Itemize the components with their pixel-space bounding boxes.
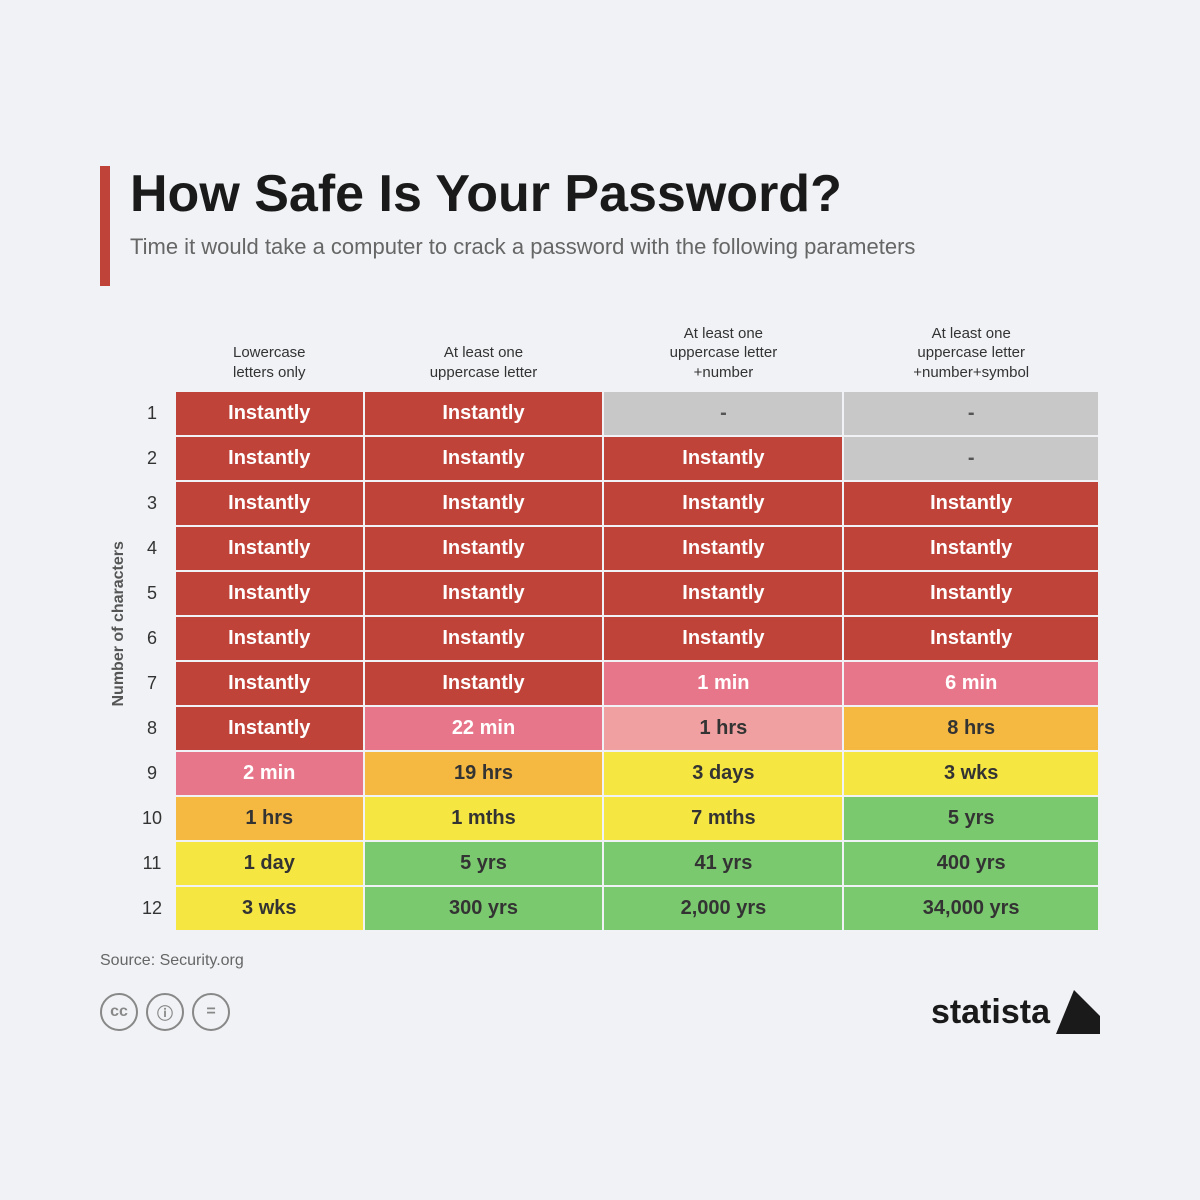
password-table: Lowercaseletters only At least oneupperc… xyxy=(130,316,1100,933)
cell-upper_num_sym: - xyxy=(843,391,1099,436)
table-row: 3InstantlyInstantlyInstantlyInstantly xyxy=(130,481,1099,526)
row-number: 9 xyxy=(130,751,175,796)
infographic-card: How Safe Is Your Password? Time it would… xyxy=(50,126,1150,1075)
cell-one_upper: Instantly xyxy=(364,616,604,661)
red-accent-bar xyxy=(100,166,110,286)
by-icon: ⓘ xyxy=(146,993,184,1031)
subtitle: Time it would take a computer to crack a… xyxy=(130,233,915,262)
cell-lowercase: Instantly xyxy=(175,571,364,616)
cell-one_upper: 1 mths xyxy=(364,796,604,841)
statista-icon xyxy=(1056,990,1100,1034)
cell-lowercase: Instantly xyxy=(175,481,364,526)
y-axis-label: Number of characters xyxy=(100,316,130,933)
cell-one_upper: 22 min xyxy=(364,706,604,751)
cell-upper_num_sym: 8 hrs xyxy=(843,706,1099,751)
cell-one_upper: Instantly xyxy=(364,526,604,571)
header: How Safe Is Your Password? Time it would… xyxy=(100,166,1100,286)
row-number: 6 xyxy=(130,616,175,661)
statista-logo: statista xyxy=(931,990,1100,1034)
table-row: 111 day5 yrs41 yrs400 yrs xyxy=(130,841,1099,886)
cell-upper_num_sym: Instantly xyxy=(843,526,1099,571)
table-container: Lowercaseletters only At least oneupperc… xyxy=(130,316,1100,933)
col-header-lowercase: Lowercaseletters only xyxy=(175,316,364,392)
source-text: Source: Security.org xyxy=(100,952,1100,970)
row-number: 4 xyxy=(130,526,175,571)
table-row: 123 wks300 yrs2,000 yrs34,000 yrs xyxy=(130,886,1099,931)
cell-upper_num_sym: 34,000 yrs xyxy=(843,886,1099,931)
col-header-upper-num-sym: At least oneuppercase letter+number+symb… xyxy=(843,316,1099,392)
row-number: 10 xyxy=(130,796,175,841)
table-row: 7InstantlyInstantly1 min6 min xyxy=(130,661,1099,706)
cell-upper_num_sym: Instantly xyxy=(843,616,1099,661)
statista-label: statista xyxy=(931,993,1050,1032)
cell-lowercase: 1 hrs xyxy=(175,796,364,841)
cell-one_upper: 5 yrs xyxy=(364,841,604,886)
table-row: 4InstantlyInstantlyInstantlyInstantly xyxy=(130,526,1099,571)
cell-lowercase: Instantly xyxy=(175,661,364,706)
cc-icons: cc ⓘ = xyxy=(100,993,230,1031)
cell-lowercase: Instantly xyxy=(175,706,364,751)
row-number: 7 xyxy=(130,661,175,706)
cell-lowercase: 3 wks xyxy=(175,886,364,931)
cell-upper_num: 1 hrs xyxy=(603,706,843,751)
table-wrapper: Number of characters Lowercaseletters on… xyxy=(100,316,1100,933)
table-row: 92 min19 hrs3 days3 wks xyxy=(130,751,1099,796)
cell-upper_num_sym: Instantly xyxy=(843,481,1099,526)
cell-one_upper: Instantly xyxy=(364,436,604,481)
row-number: 3 xyxy=(130,481,175,526)
cell-upper_num: 2,000 yrs xyxy=(603,886,843,931)
cell-lowercase: Instantly xyxy=(175,616,364,661)
cell-one_upper: Instantly xyxy=(364,481,604,526)
cell-one_upper: Instantly xyxy=(364,391,604,436)
cell-one_upper: Instantly xyxy=(364,661,604,706)
cell-upper_num_sym: - xyxy=(843,436,1099,481)
cell-upper_num: Instantly xyxy=(603,436,843,481)
cell-upper_num: 1 min xyxy=(603,661,843,706)
cell-upper_num_sym: 3 wks xyxy=(843,751,1099,796)
col-header-one-upper: At least oneuppercase letter xyxy=(364,316,604,392)
table-row: 8Instantly22 min1 hrs8 hrs xyxy=(130,706,1099,751)
row-number: 5 xyxy=(130,571,175,616)
row-number: 12 xyxy=(130,886,175,931)
cell-one_upper: Instantly xyxy=(364,571,604,616)
cell-one_upper: 300 yrs xyxy=(364,886,604,931)
cell-upper_num: 3 days xyxy=(603,751,843,796)
cell-lowercase: 1 day xyxy=(175,841,364,886)
row-number: 8 xyxy=(130,706,175,751)
cell-upper_num: Instantly xyxy=(603,616,843,661)
cc-icon: cc xyxy=(100,993,138,1031)
table-row: 6InstantlyInstantlyInstantlyInstantly xyxy=(130,616,1099,661)
cell-upper_num_sym: 5 yrs xyxy=(843,796,1099,841)
cell-upper_num: Instantly xyxy=(603,481,843,526)
cell-lowercase: Instantly xyxy=(175,391,364,436)
cell-one_upper: 19 hrs xyxy=(364,751,604,796)
col-header-num xyxy=(130,316,175,392)
cell-upper_num_sym: Instantly xyxy=(843,571,1099,616)
cell-lowercase: Instantly xyxy=(175,526,364,571)
row-number: 1 xyxy=(130,391,175,436)
row-number: 11 xyxy=(130,841,175,886)
footer: cc ⓘ = statista xyxy=(100,990,1100,1034)
header-text: How Safe Is Your Password? Time it would… xyxy=(130,166,915,262)
table-row: 101 hrs1 mths7 mths5 yrs xyxy=(130,796,1099,841)
cell-upper_num: 7 mths xyxy=(603,796,843,841)
row-number: 2 xyxy=(130,436,175,481)
cell-lowercase: Instantly xyxy=(175,436,364,481)
table-row: 2InstantlyInstantlyInstantly- xyxy=(130,436,1099,481)
cell-upper_num: Instantly xyxy=(603,571,843,616)
col-header-upper-num: At least oneuppercase letter+number xyxy=(603,316,843,392)
cell-upper_num: - xyxy=(603,391,843,436)
cell-upper_num: Instantly xyxy=(603,526,843,571)
cell-upper_num_sym: 400 yrs xyxy=(843,841,1099,886)
table-row: 1InstantlyInstantly-- xyxy=(130,391,1099,436)
table-row: 5InstantlyInstantlyInstantlyInstantly xyxy=(130,571,1099,616)
cell-lowercase: 2 min xyxy=(175,751,364,796)
main-title: How Safe Is Your Password? xyxy=(130,166,915,223)
nd-icon: = xyxy=(192,993,230,1031)
cell-upper_num_sym: 6 min xyxy=(843,661,1099,706)
cell-upper_num: 41 yrs xyxy=(603,841,843,886)
